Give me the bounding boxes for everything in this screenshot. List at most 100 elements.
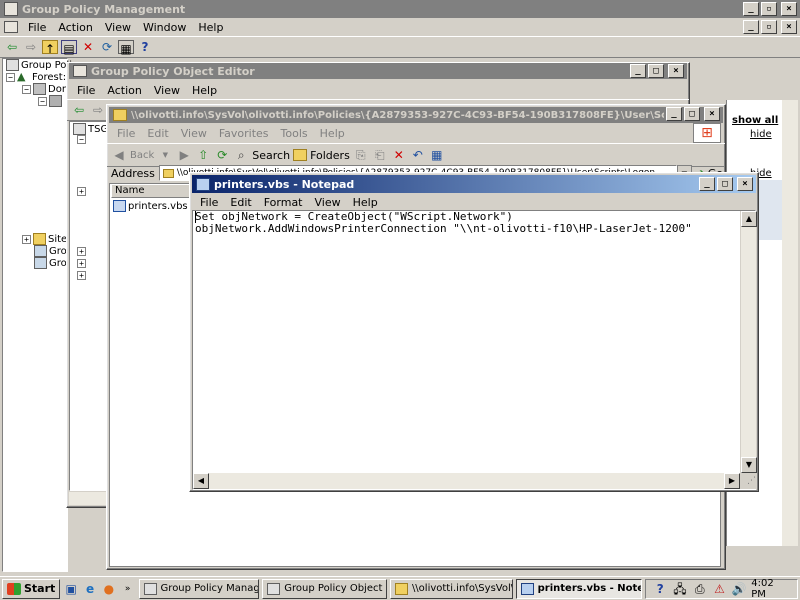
menu-view[interactable]: View <box>175 127 213 140</box>
show-tree-icon[interactable]: ▤ <box>61 40 77 56</box>
menu-file[interactable]: File <box>22 21 52 34</box>
menu-view[interactable]: View <box>148 84 186 97</box>
close-button[interactable]: × <box>781 2 797 16</box>
notepad-vscrollbar[interactable]: ▲ ▼ <box>740 211 757 473</box>
expand-icon[interactable]: + <box>77 271 86 280</box>
gpm-right-scrollbar[interactable] <box>782 100 798 546</box>
menu-format[interactable]: Format <box>258 196 309 209</box>
scroll-left-icon[interactable]: ◀ <box>193 473 209 489</box>
minimize-button[interactable]: _ <box>699 177 715 191</box>
security-tray-icon[interactable]: ⚠ <box>712 581 728 597</box>
taskbar-item-gpm[interactable]: Group Policy Management <box>138 578 260 599</box>
tree-item-domains[interactable]: − Dom <box>22 83 72 95</box>
search-icon[interactable]: ⌕ <box>233 147 249 163</box>
up-folder-icon[interactable]: ↑ <box>42 40 58 56</box>
expand-icon[interactable]: + <box>22 234 31 244</box>
menu-file[interactable]: File <box>71 84 101 97</box>
clock[interactable]: 4:02 PM <box>751 578 791 600</box>
doc-close-button[interactable]: × <box>781 20 797 34</box>
folders-icon[interactable] <box>293 149 308 161</box>
collapse-icon[interactable]: − <box>77 135 86 144</box>
properties-icon[interactable]: ▦ <box>118 40 134 56</box>
menu-file[interactable]: File <box>111 127 141 140</box>
forward-arrow-icon[interactable]: ⇨ <box>90 102 106 118</box>
help-icon[interactable]: ? <box>137 39 153 55</box>
tree-item-sites[interactable]: + Sites <box>22 233 72 245</box>
search-button[interactable]: Search <box>252 149 290 162</box>
tree-node[interactable]: + <box>77 187 86 196</box>
views-icon[interactable]: ▦ <box>429 147 445 163</box>
collapse-icon[interactable]: − <box>38 96 47 106</box>
menu-view[interactable]: View <box>309 196 347 209</box>
back-arrow-icon[interactable]: ◀ <box>111 147 127 163</box>
help-tray-icon[interactable]: ? <box>652 581 668 597</box>
menu-action[interactable]: Action <box>52 21 98 34</box>
expand-icon[interactable]: + <box>77 187 86 196</box>
undo-icon[interactable]: ↶ <box>410 147 426 163</box>
close-button[interactable]: × <box>668 64 684 78</box>
tree-node[interactable]: + <box>77 271 86 280</box>
hide-link[interactable]: hide <box>750 129 772 140</box>
menu-view[interactable]: View <box>99 21 137 34</box>
tree-item-tsg[interactable]: TSG <box>73 123 108 135</box>
forward-arrow-icon[interactable]: ⇨ <box>23 39 39 55</box>
menu-edit[interactable]: Edit <box>141 127 174 140</box>
tree-item-domain-sub[interactable]: − <box>38 95 62 107</box>
menu-help[interactable]: Help <box>192 21 229 34</box>
notepad-text-area[interactable] <box>192 210 756 490</box>
taskbar-item-explorer[interactable]: \\olivotti.info\SysVol\olivi... <box>389 578 513 599</box>
refresh-icon[interactable]: ⟳ <box>99 39 115 55</box>
expand-icon[interactable]: + <box>77 259 86 268</box>
maximize-button[interactable]: □ <box>648 64 664 78</box>
menu-file[interactable]: File <box>194 196 224 209</box>
tree-node[interactable]: + <box>77 259 86 268</box>
quick-launch-firefox-icon[interactable]: ● <box>101 581 117 597</box>
scroll-down-icon[interactable]: ▼ <box>741 457 757 473</box>
taskbar-item-notepad[interactable]: printers.vbs - Notepad <box>515 578 643 599</box>
notepad-titlebar[interactable]: printers.vbs - Notepad _ □ × <box>192 175 756 193</box>
menu-favorites[interactable]: Favorites <box>213 127 275 140</box>
doc-restore-button[interactable]: ▫ <box>761 20 777 34</box>
tree-node[interactable]: + <box>77 247 86 256</box>
back-arrow-icon[interactable]: ⇦ <box>4 39 20 55</box>
dropdown-icon[interactable]: ▼ <box>157 147 173 163</box>
menu-edit[interactable]: Edit <box>224 196 257 209</box>
restore-button[interactable]: ▫ <box>761 2 777 16</box>
gpoe-titlebar[interactable]: Group Policy Object Editor _ □ × <box>69 63 687 79</box>
explorer-titlebar[interactable]: \\olivotti.info\SysVol\olivotti.info\Pol… <box>109 107 723 123</box>
volume-tray-icon[interactable]: 🔊 <box>731 581 747 597</box>
printer-tray-icon[interactable]: ⎙ <box>692 581 708 597</box>
quick-launch-desktop-icon[interactable]: ▣ <box>63 581 79 597</box>
quick-launch-ie-icon[interactable]: e <box>82 581 98 597</box>
maximize-button[interactable]: □ <box>684 107 700 121</box>
tree-item-forest[interactable]: − ▲ Forest: <box>6 71 66 83</box>
network-tray-icon[interactable]: 🖧 <box>672 581 688 597</box>
delete-icon[interactable]: ✕ <box>391 147 407 163</box>
move-to-icon[interactable]: ⎘ <box>353 147 369 163</box>
menu-help[interactable]: Help <box>314 127 351 140</box>
back-label[interactable]: Back <box>130 150 154 161</box>
close-button[interactable]: × <box>737 177 753 191</box>
collapse-icon[interactable]: − <box>22 84 31 94</box>
size-grip-icon[interactable]: ⋰ <box>740 473 756 489</box>
quick-launch-more-icon[interactable]: » <box>120 581 136 597</box>
minimize-button[interactable]: _ <box>630 64 646 78</box>
show-all-link[interactable]: show all <box>732 115 778 126</box>
minimize-button[interactable]: _ <box>743 2 759 16</box>
copy-to-icon[interactable]: ⎗ <box>372 147 388 163</box>
expand-icon[interactable]: + <box>77 247 86 256</box>
maximize-button[interactable]: □ <box>717 177 733 191</box>
up-folder-icon[interactable]: ⇧ <box>195 147 211 163</box>
scroll-right-icon[interactable]: ▶ <box>724 473 740 489</box>
start-button[interactable]: Start <box>2 578 61 599</box>
refresh-icon[interactable]: ⟳ <box>214 147 230 163</box>
tree-node[interactable]: − <box>77 135 86 144</box>
menu-tools[interactable]: Tools <box>275 127 314 140</box>
minimize-button[interactable]: _ <box>666 107 682 121</box>
collapse-icon[interactable]: − <box>6 72 15 82</box>
folders-button[interactable]: Folders <box>310 149 350 162</box>
delete-icon[interactable]: ✕ <box>80 39 96 55</box>
menu-help[interactable]: Help <box>186 84 223 97</box>
menu-window[interactable]: Window <box>137 21 192 34</box>
doc-minimize-button[interactable]: _ <box>743 20 759 34</box>
